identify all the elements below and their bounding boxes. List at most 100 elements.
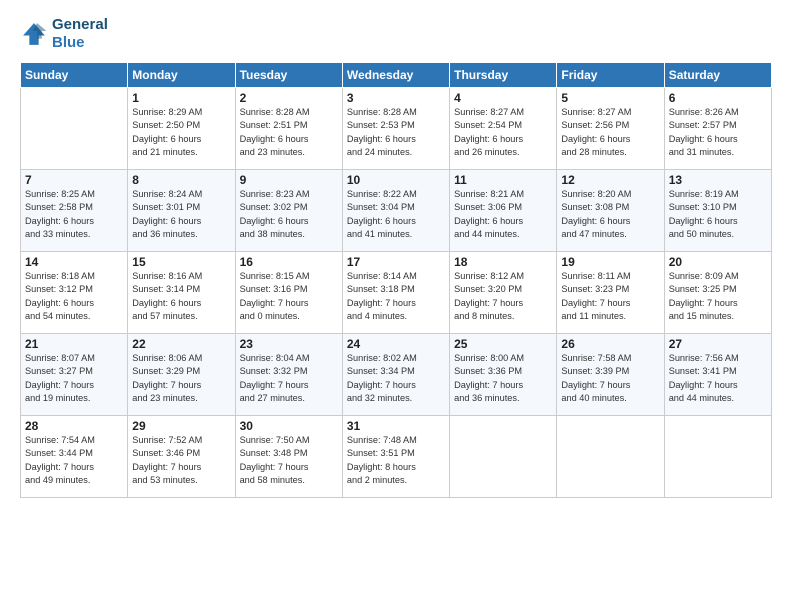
day-number: 2 — [240, 91, 338, 105]
day-info: Sunrise: 8:00 AMSunset: 3:36 PMDaylight:… — [454, 352, 552, 405]
day-cell: 3Sunrise: 8:28 AMSunset: 2:53 PMDaylight… — [342, 88, 449, 170]
day-number: 7 — [25, 173, 123, 187]
day-info: Sunrise: 8:16 AMSunset: 3:14 PMDaylight:… — [132, 270, 230, 323]
day-info: Sunrise: 7:58 AMSunset: 3:39 PMDaylight:… — [561, 352, 659, 405]
day-number: 3 — [347, 91, 445, 105]
day-cell: 19Sunrise: 8:11 AMSunset: 3:23 PMDayligh… — [557, 252, 664, 334]
day-number: 23 — [240, 337, 338, 351]
day-cell: 22Sunrise: 8:06 AMSunset: 3:29 PMDayligh… — [128, 334, 235, 416]
header-monday: Monday — [128, 63, 235, 88]
day-number: 12 — [561, 173, 659, 187]
day-info: Sunrise: 8:24 AMSunset: 3:01 PMDaylight:… — [132, 188, 230, 241]
day-cell: 11Sunrise: 8:21 AMSunset: 3:06 PMDayligh… — [450, 170, 557, 252]
week-row-2: 7Sunrise: 8:25 AMSunset: 2:58 PMDaylight… — [21, 170, 772, 252]
day-info: Sunrise: 8:22 AMSunset: 3:04 PMDaylight:… — [347, 188, 445, 241]
day-info: Sunrise: 7:52 AMSunset: 3:46 PMDaylight:… — [132, 434, 230, 487]
day-cell: 15Sunrise: 8:16 AMSunset: 3:14 PMDayligh… — [128, 252, 235, 334]
day-cell — [664, 416, 771, 498]
header: General Blue — [20, 16, 772, 52]
day-cell: 10Sunrise: 8:22 AMSunset: 3:04 PMDayligh… — [342, 170, 449, 252]
day-info: Sunrise: 8:27 AMSunset: 2:56 PMDaylight:… — [561, 106, 659, 159]
calendar-table: Sunday Monday Tuesday Wednesday Thursday… — [20, 62, 772, 498]
day-info: Sunrise: 8:19 AMSunset: 3:10 PMDaylight:… — [669, 188, 767, 241]
day-cell: 12Sunrise: 8:20 AMSunset: 3:08 PMDayligh… — [557, 170, 664, 252]
logo-icon — [20, 20, 48, 48]
day-info: Sunrise: 8:27 AMSunset: 2:54 PMDaylight:… — [454, 106, 552, 159]
week-row-5: 28Sunrise: 7:54 AMSunset: 3:44 PMDayligh… — [21, 416, 772, 498]
day-cell — [557, 416, 664, 498]
day-cell: 9Sunrise: 8:23 AMSunset: 3:02 PMDaylight… — [235, 170, 342, 252]
logo: General Blue — [20, 16, 108, 52]
day-cell: 16Sunrise: 8:15 AMSunset: 3:16 PMDayligh… — [235, 252, 342, 334]
day-info: Sunrise: 8:09 AMSunset: 3:25 PMDaylight:… — [669, 270, 767, 323]
day-cell: 7Sunrise: 8:25 AMSunset: 2:58 PMDaylight… — [21, 170, 128, 252]
day-number: 10 — [347, 173, 445, 187]
day-cell: 4Sunrise: 8:27 AMSunset: 2:54 PMDaylight… — [450, 88, 557, 170]
day-cell: 17Sunrise: 8:14 AMSunset: 3:18 PMDayligh… — [342, 252, 449, 334]
day-number: 19 — [561, 255, 659, 269]
day-info: Sunrise: 8:12 AMSunset: 3:20 PMDaylight:… — [454, 270, 552, 323]
day-info: Sunrise: 8:20 AMSunset: 3:08 PMDaylight:… — [561, 188, 659, 241]
day-number: 15 — [132, 255, 230, 269]
day-info: Sunrise: 8:14 AMSunset: 3:18 PMDaylight:… — [347, 270, 445, 323]
day-info: Sunrise: 8:26 AMSunset: 2:57 PMDaylight:… — [669, 106, 767, 159]
day-cell: 24Sunrise: 8:02 AMSunset: 3:34 PMDayligh… — [342, 334, 449, 416]
day-info: Sunrise: 8:15 AMSunset: 3:16 PMDaylight:… — [240, 270, 338, 323]
day-cell: 5Sunrise: 8:27 AMSunset: 2:56 PMDaylight… — [557, 88, 664, 170]
day-number: 22 — [132, 337, 230, 351]
day-number: 9 — [240, 173, 338, 187]
day-cell: 21Sunrise: 8:07 AMSunset: 3:27 PMDayligh… — [21, 334, 128, 416]
header-wednesday: Wednesday — [342, 63, 449, 88]
day-cell: 8Sunrise: 8:24 AMSunset: 3:01 PMDaylight… — [128, 170, 235, 252]
header-thursday: Thursday — [450, 63, 557, 88]
week-row-4: 21Sunrise: 8:07 AMSunset: 3:27 PMDayligh… — [21, 334, 772, 416]
day-number: 13 — [669, 173, 767, 187]
day-cell: 1Sunrise: 8:29 AMSunset: 2:50 PMDaylight… — [128, 88, 235, 170]
day-info: Sunrise: 8:21 AMSunset: 3:06 PMDaylight:… — [454, 188, 552, 241]
day-number: 5 — [561, 91, 659, 105]
day-info: Sunrise: 7:50 AMSunset: 3:48 PMDaylight:… — [240, 434, 338, 487]
day-cell: 26Sunrise: 7:58 AMSunset: 3:39 PMDayligh… — [557, 334, 664, 416]
day-info: Sunrise: 8:06 AMSunset: 3:29 PMDaylight:… — [132, 352, 230, 405]
day-info: Sunrise: 8:18 AMSunset: 3:12 PMDaylight:… — [25, 270, 123, 323]
day-info: Sunrise: 8:28 AMSunset: 2:51 PMDaylight:… — [240, 106, 338, 159]
day-info: Sunrise: 7:54 AMSunset: 3:44 PMDaylight:… — [25, 434, 123, 487]
day-number: 4 — [454, 91, 552, 105]
day-info: Sunrise: 8:04 AMSunset: 3:32 PMDaylight:… — [240, 352, 338, 405]
day-info: Sunrise: 7:56 AMSunset: 3:41 PMDaylight:… — [669, 352, 767, 405]
day-number: 28 — [25, 419, 123, 433]
day-info: Sunrise: 8:28 AMSunset: 2:53 PMDaylight:… — [347, 106, 445, 159]
day-cell: 29Sunrise: 7:52 AMSunset: 3:46 PMDayligh… — [128, 416, 235, 498]
day-info: Sunrise: 8:07 AMSunset: 3:27 PMDaylight:… — [25, 352, 123, 405]
day-cell: 6Sunrise: 8:26 AMSunset: 2:57 PMDaylight… — [664, 88, 771, 170]
day-number: 18 — [454, 255, 552, 269]
logo-text: General Blue — [52, 16, 108, 52]
day-number: 26 — [561, 337, 659, 351]
day-cell — [450, 416, 557, 498]
day-cell: 27Sunrise: 7:56 AMSunset: 3:41 PMDayligh… — [664, 334, 771, 416]
header-sunday: Sunday — [21, 63, 128, 88]
day-cell: 28Sunrise: 7:54 AMSunset: 3:44 PMDayligh… — [21, 416, 128, 498]
day-cell — [21, 88, 128, 170]
day-info: Sunrise: 8:29 AMSunset: 2:50 PMDaylight:… — [132, 106, 230, 159]
day-number: 25 — [454, 337, 552, 351]
day-number: 6 — [669, 91, 767, 105]
day-info: Sunrise: 8:02 AMSunset: 3:34 PMDaylight:… — [347, 352, 445, 405]
day-info: Sunrise: 7:48 AMSunset: 3:51 PMDaylight:… — [347, 434, 445, 487]
day-number: 21 — [25, 337, 123, 351]
day-number: 11 — [454, 173, 552, 187]
page: General Blue Sunday Monday Tuesday Wedne… — [0, 0, 792, 612]
day-info: Sunrise: 8:25 AMSunset: 2:58 PMDaylight:… — [25, 188, 123, 241]
day-number: 1 — [132, 91, 230, 105]
weekday-header-row: Sunday Monday Tuesday Wednesday Thursday… — [21, 63, 772, 88]
day-cell: 30Sunrise: 7:50 AMSunset: 3:48 PMDayligh… — [235, 416, 342, 498]
day-number: 17 — [347, 255, 445, 269]
day-cell: 20Sunrise: 8:09 AMSunset: 3:25 PMDayligh… — [664, 252, 771, 334]
day-number: 20 — [669, 255, 767, 269]
week-row-1: 1Sunrise: 8:29 AMSunset: 2:50 PMDaylight… — [21, 88, 772, 170]
day-number: 30 — [240, 419, 338, 433]
day-number: 29 — [132, 419, 230, 433]
day-number: 16 — [240, 255, 338, 269]
day-info: Sunrise: 8:23 AMSunset: 3:02 PMDaylight:… — [240, 188, 338, 241]
week-row-3: 14Sunrise: 8:18 AMSunset: 3:12 PMDayligh… — [21, 252, 772, 334]
